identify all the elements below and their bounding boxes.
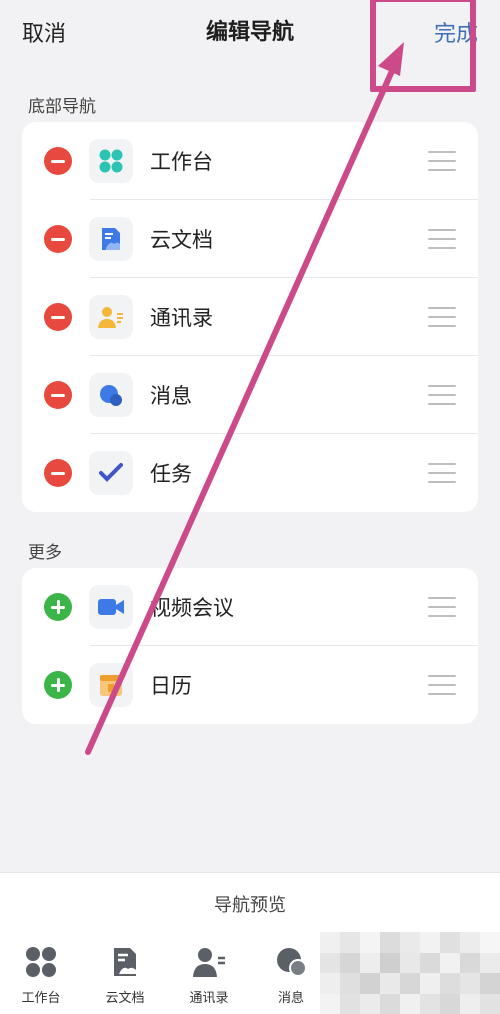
add-button[interactable] [44, 671, 72, 699]
tab-workbench[interactable]: 工作台 [0, 945, 82, 1006]
drag-handle-icon[interactable] [428, 151, 456, 171]
remove-button[interactable] [44, 303, 72, 331]
list-item-workbench: 工作台 [22, 122, 478, 200]
item-label: 视频会议 [150, 596, 234, 620]
video-camera-icon [89, 585, 133, 629]
drag-handle-icon[interactable] [428, 597, 456, 617]
remove-button[interactable] [44, 459, 72, 487]
cancel-button[interactable]: 取消 [22, 16, 66, 48]
item-label: 云文档 [150, 228, 213, 252]
tab-label: 工作台 [21, 991, 61, 1006]
bottom-nav-card: 工作台 云文档 通讯录 消息 任务 [22, 122, 478, 512]
task-check-icon [89, 451, 133, 495]
document-icon [108, 945, 142, 979]
list-item-contacts: 通讯录 [22, 278, 478, 356]
list-item-tasks: 任务 [22, 434, 478, 512]
contacts-icon [192, 945, 226, 979]
tab-cloud-docs[interactable]: 云文档 [84, 945, 166, 1006]
item-label: 任务 [150, 462, 192, 486]
done-button[interactable]: 完成 [434, 16, 478, 48]
list-item-calendar: 日历 [22, 646, 478, 724]
item-label: 消息 [150, 384, 192, 408]
calendar-icon [89, 663, 133, 707]
grid-icon [89, 139, 133, 183]
drag-handle-icon[interactable] [428, 229, 456, 249]
section-title-more: 更多 [28, 543, 62, 563]
message-icon [274, 945, 308, 979]
section-title-bottom-nav: 底部导航 [28, 97, 96, 117]
nav-header: 取消 编辑导航 完成 [0, 0, 500, 60]
tab-contacts[interactable]: 通讯录 [168, 945, 250, 1006]
preview-tab-bar: 工作台 云文档 通讯录 消息 [0, 945, 330, 1014]
tab-label: 云文档 [105, 991, 145, 1006]
drag-handle-icon[interactable] [428, 675, 456, 695]
contacts-icon [89, 295, 133, 339]
list-item-cloud-docs: 云文档 [22, 200, 478, 278]
remove-button[interactable] [44, 381, 72, 409]
preview-title: 导航预览 [214, 895, 286, 916]
message-icon [89, 373, 133, 417]
drag-handle-icon[interactable] [428, 385, 456, 405]
pixelated-region [320, 932, 500, 1014]
list-item-video-meeting: 视频会议 [22, 568, 478, 646]
grid-icon [24, 945, 58, 979]
page-title: 编辑导航 [205, 20, 294, 45]
tab-label: 通讯录 [189, 991, 229, 1006]
drag-handle-icon[interactable] [428, 307, 456, 327]
document-icon [89, 217, 133, 261]
list-item-messages: 消息 [22, 356, 478, 434]
item-label: 通讯录 [150, 306, 213, 330]
drag-handle-icon[interactable] [428, 463, 456, 483]
remove-button[interactable] [44, 147, 72, 175]
add-button[interactable] [44, 593, 72, 621]
remove-button[interactable] [44, 225, 72, 253]
item-label: 日历 [150, 674, 192, 698]
item-label: 工作台 [150, 150, 213, 174]
more-card: 视频会议 日历 [22, 568, 478, 724]
